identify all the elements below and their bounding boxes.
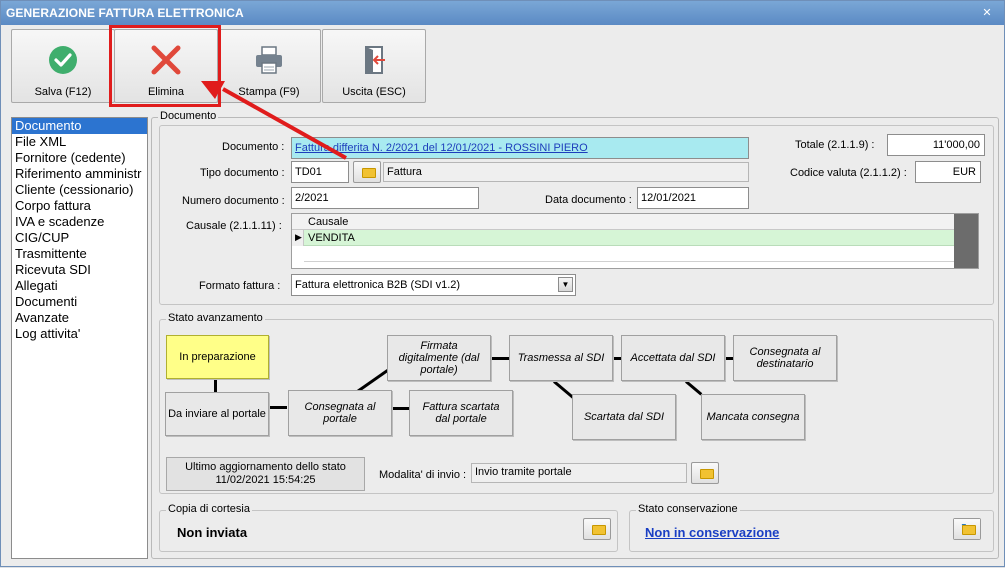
main-window: GENERAZIONE FATTURA ELETTRONICA ✕ Salva … — [0, 0, 1005, 567]
annotation-arrow — [201, 81, 347, 160]
